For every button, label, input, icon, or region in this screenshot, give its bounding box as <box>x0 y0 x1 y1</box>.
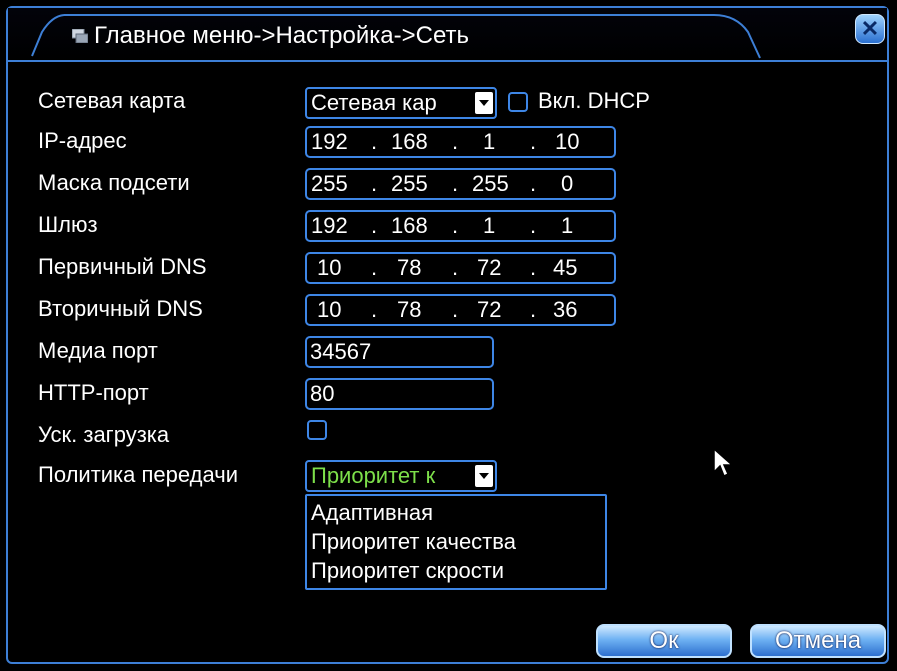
title-tab: Главное меню->Настройка->Сеть <box>24 12 764 60</box>
transfer-policy-select[interactable]: Приоритет к <box>305 460 497 492</box>
ip-separator: . <box>452 297 459 322</box>
chevron-down-icon[interactable] <box>475 92 493 114</box>
option-adaptive[interactable]: Адаптивная <box>311 498 601 527</box>
option-quality-priority[interactable]: Приоритет качества <box>311 527 601 556</box>
subnet-mask-label: Маска подсети <box>38 170 190 195</box>
ip-octet[interactable]: 255 <box>391 170 428 198</box>
ip-octet[interactable]: 192 <box>311 128 348 156</box>
ip-address-label: IP-адрес <box>38 128 127 153</box>
ip-octet[interactable]: 36 <box>553 296 577 324</box>
ip-octet[interactable]: 78 <box>397 296 421 324</box>
ip-separator: . <box>452 129 459 154</box>
ip-octet[interactable]: 255 <box>472 170 509 198</box>
title-divider <box>8 60 887 62</box>
ip-separator: . <box>530 171 537 196</box>
ip-octet[interactable]: 192 <box>311 212 348 240</box>
ip-octet[interactable]: 72 <box>477 254 501 282</box>
ip-separator: . <box>530 213 537 238</box>
http-port-input[interactable]: 80 <box>305 378 494 410</box>
gateway-field[interactable]: 192 . 168 . 1 . 1 <box>305 210 616 242</box>
cancel-button[interactable]: Отмена <box>750 624 886 658</box>
menu-icon <box>72 29 88 43</box>
ip-octet[interactable]: 168 <box>391 212 428 240</box>
ip-separator: . <box>371 297 378 322</box>
dhcp-checkbox[interactable] <box>508 92 528 112</box>
primary-dns-label: Первичный DNS <box>38 254 207 279</box>
ip-separator: . <box>530 129 537 154</box>
fast-download-checkbox[interactable] <box>307 420 327 440</box>
primary-dns-field[interactable]: 10 . 78 . 72 . 45 <box>305 252 616 284</box>
ok-button[interactable]: Ок <box>596 624 732 658</box>
ip-octet[interactable]: 1 <box>561 212 573 240</box>
close-icon: ✕ <box>860 16 880 41</box>
network-card-select[interactable]: Сетевая кар <box>305 87 497 119</box>
ip-separator: . <box>371 213 378 238</box>
network-settings-window: Главное меню->Настройка->Сеть ✕ Сетевая … <box>6 6 889 664</box>
option-speed-priority[interactable]: Приоритет скрости <box>311 556 601 585</box>
mouse-pointer-icon <box>713 447 734 483</box>
ip-octet[interactable]: 10 <box>317 296 341 324</box>
ip-separator: . <box>371 171 378 196</box>
transfer-policy-options: Адаптивная Приоритет качества Приоритет … <box>305 494 607 590</box>
ip-separator: . <box>452 171 459 196</box>
ip-octet[interactable]: 72 <box>477 296 501 324</box>
ip-octet[interactable]: 168 <box>391 128 428 156</box>
chevron-down-icon[interactable] <box>475 465 493 487</box>
ip-separator: . <box>452 255 459 280</box>
ip-octet[interactable]: 1 <box>483 128 495 156</box>
media-port-label: Медиа порт <box>38 338 158 363</box>
close-button[interactable]: ✕ <box>855 14 885 44</box>
ip-octet[interactable]: 255 <box>311 170 348 198</box>
ip-octet[interactable]: 78 <box>397 254 421 282</box>
ip-octet[interactable]: 0 <box>561 170 573 198</box>
media-port-input[interactable]: 34567 <box>305 336 494 368</box>
ip-octet[interactable]: 45 <box>553 254 577 282</box>
dhcp-label: Вкл. DHCP <box>538 88 650 113</box>
ip-separator: . <box>530 255 537 280</box>
ip-separator: . <box>452 213 459 238</box>
ip-separator: . <box>371 129 378 154</box>
breadcrumb: Главное меню->Настройка->Сеть <box>94 22 470 49</box>
title-bar: Главное меню->Настройка->Сеть ✕ <box>8 8 887 62</box>
http-port-label: HTTP-порт <box>38 380 149 405</box>
transfer-policy-value: Приоритет к <box>311 463 436 488</box>
ip-address-field[interactable]: 192 . 168 . 1 . 10 <box>305 126 616 158</box>
secondary-dns-field[interactable]: 10 . 78 . 72 . 36 <box>305 294 616 326</box>
ip-separator: . <box>371 255 378 280</box>
ip-octet[interactable]: 10 <box>317 254 341 282</box>
subnet-mask-field[interactable]: 255 . 255 . 255 . 0 <box>305 168 616 200</box>
ip-octet[interactable]: 10 <box>555 128 579 156</box>
secondary-dns-label: Вторичный DNS <box>38 296 203 321</box>
ip-separator: . <box>530 297 537 322</box>
transfer-policy-label: Политика передачи <box>38 462 238 487</box>
fast-download-label: Уск. загрузка <box>38 422 170 447</box>
network-card-label: Сетевая карта <box>38 88 186 113</box>
ip-octet[interactable]: 1 <box>483 212 495 240</box>
network-card-value: Сетевая кар <box>311 90 437 115</box>
gateway-label: Шлюз <box>38 212 98 237</box>
